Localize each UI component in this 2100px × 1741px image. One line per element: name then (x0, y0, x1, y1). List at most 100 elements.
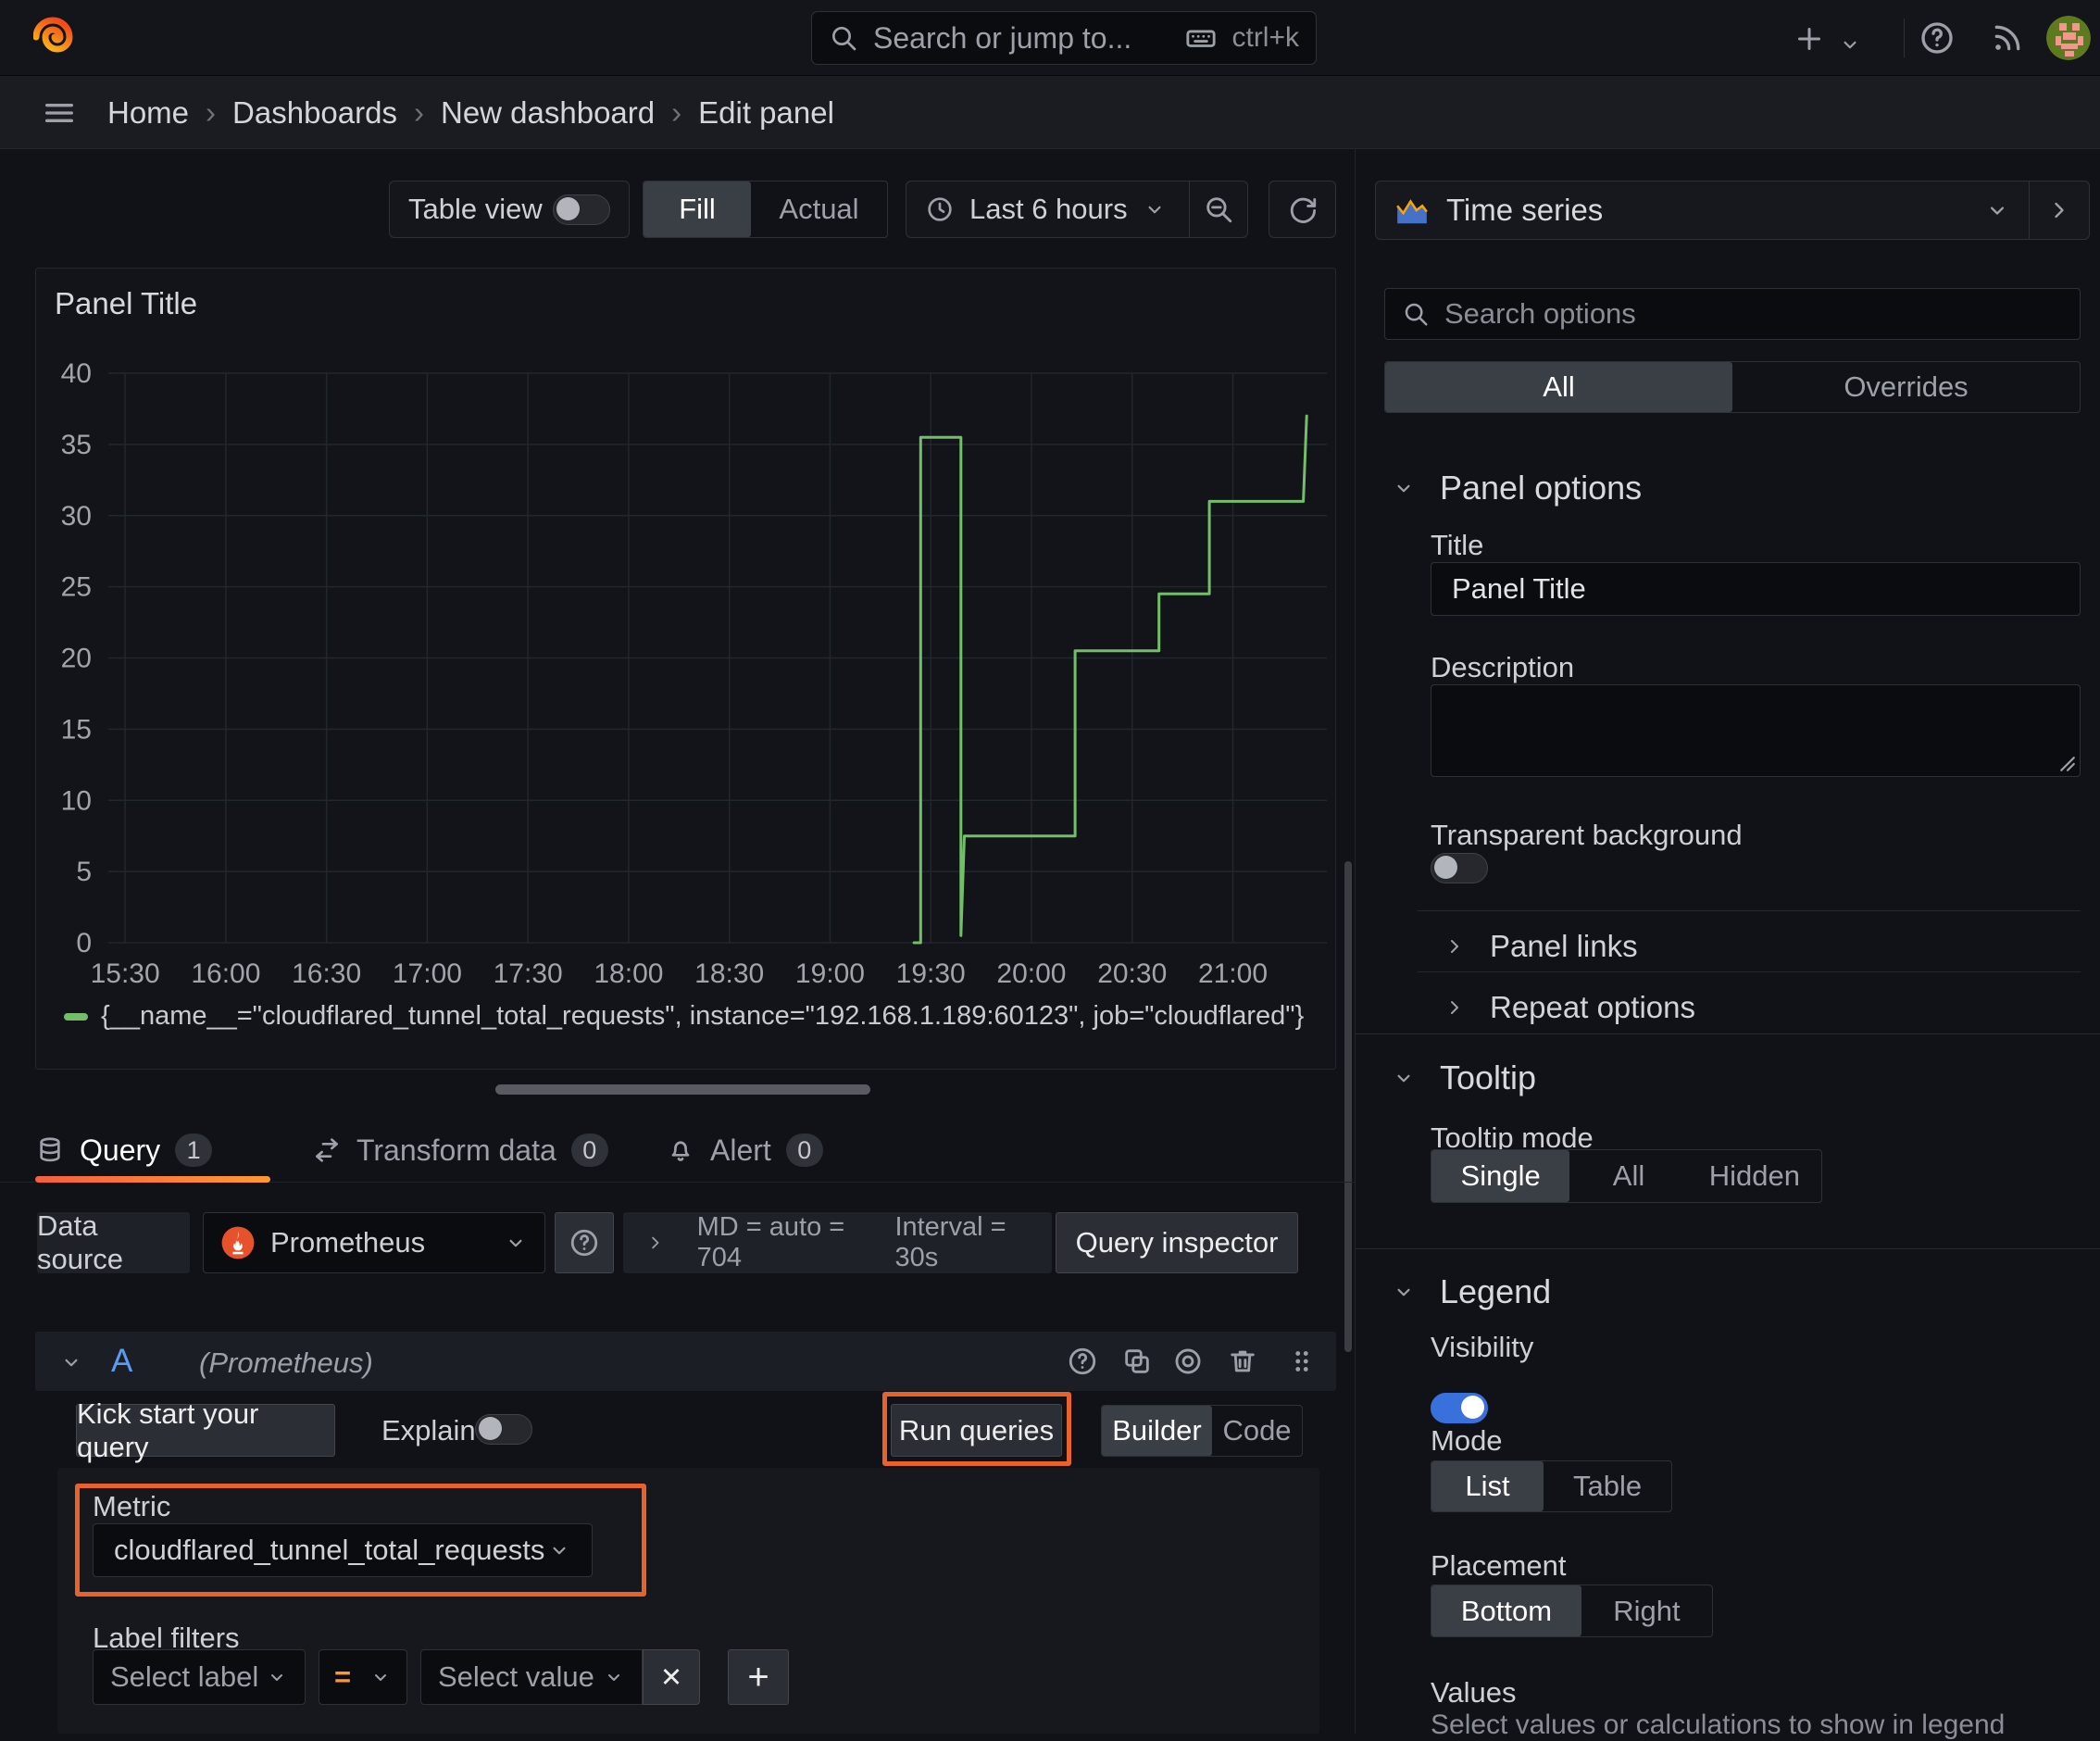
tooltip-mode-hidden[interactable]: Hidden (1688, 1150, 1821, 1202)
horizontal-scrollbar[interactable] (495, 1084, 870, 1095)
time-range-picker[interactable]: Last 6 hours (906, 193, 1189, 226)
resize-handle-icon[interactable] (2059, 756, 2076, 772)
viz-suggestions-button[interactable] (2030, 182, 2089, 239)
operator-dropdown[interactable]: = (319, 1649, 407, 1705)
duplicate-query-icon[interactable] (1121, 1346, 1153, 1377)
drag-handle-icon[interactable] (1286, 1346, 1318, 1377)
breadcrumb-edit-panel: Edit panel (698, 94, 834, 130)
viz-type-select[interactable]: Time series (1376, 182, 2029, 239)
query-row-header[interactable]: A (Prometheus) (35, 1332, 1336, 1391)
add-button[interactable] (1791, 20, 1828, 57)
tab-transform-label: Transform data (356, 1133, 556, 1167)
hide-response-icon[interactable] (1172, 1346, 1204, 1377)
explain-label: Explain (381, 1414, 476, 1447)
svg-text:16:30: 16:30 (292, 958, 361, 989)
add-dropdown-caret[interactable] (1831, 26, 1869, 63)
tab-overrides[interactable]: Overrides (1732, 362, 2080, 412)
svg-text:15: 15 (61, 714, 92, 745)
kick-start-query-button[interactable]: Kick start your query (76, 1397, 335, 1463)
select-value-dropdown[interactable]: Select value (420, 1649, 643, 1705)
legend-mode-table[interactable]: Table (1544, 1461, 1671, 1511)
breadcrumb-home[interactable]: Home (107, 95, 189, 131)
select-label-dropdown[interactable]: Select label (93, 1649, 306, 1705)
grafana-logo[interactable] (32, 13, 81, 61)
tooltip-section-header[interactable]: Tooltip (1392, 1058, 1536, 1097)
panel-title-input[interactable]: Panel Title (1431, 562, 2081, 616)
collapse-query-icon[interactable] (59, 1350, 83, 1374)
metric-select[interactable]: cloudflared_tunnel_total_requests (93, 1523, 593, 1577)
svg-text:40: 40 (61, 358, 92, 389)
tooltip-mode-all[interactable]: All (1569, 1150, 1687, 1202)
svg-text:30: 30 (61, 501, 92, 532)
legend-series-label[interactable]: {__name__="cloudflared_tunnel_total_requ… (101, 1001, 1304, 1032)
tab-all-options[interactable]: All (1385, 362, 1732, 412)
topbar-divider (1904, 19, 1905, 57)
bell-icon (671, 1141, 690, 1161)
actual-option[interactable]: Actual (751, 182, 887, 237)
chevron-down-icon (608, 1674, 619, 1681)
datasource-help-button[interactable] (555, 1212, 614, 1273)
legend-placement-bottom[interactable]: Bottom (1431, 1585, 1581, 1636)
add-filter-button[interactable]: + (728, 1649, 789, 1705)
viz-type-value: Time series (1446, 193, 1604, 227)
query-help-icon[interactable] (1067, 1346, 1098, 1377)
vertical-scrollbar[interactable] (1344, 861, 1352, 1352)
chevron-down-icon (1397, 484, 1410, 493)
legend-visibility-label: Visibility (1431, 1331, 1534, 1363)
svg-text:18:00: 18:00 (594, 958, 663, 989)
edit-panel-content: Table view Fill Actual Last 6 hours Pane… (0, 149, 1355, 1734)
legend-mode-label: Mode (1431, 1424, 1503, 1457)
repeat-options-row[interactable]: Repeat options (1444, 984, 1695, 1031)
menu-toggle[interactable] (41, 94, 78, 132)
legend-mode-segmented: List Table (1431, 1460, 1672, 1512)
legend-visibility-toggle[interactable] (1431, 1393, 1488, 1423)
chevron-down-icon (553, 1547, 566, 1555)
table-view-toggle[interactable] (553, 194, 610, 225)
chevron-down-icon (1844, 41, 1856, 49)
tab-transform[interactable]: Transform data 0 (312, 1124, 608, 1176)
datasource-picker[interactable]: Prometheus (203, 1212, 545, 1273)
chevron-down-icon (1397, 1288, 1410, 1296)
panel-links-row[interactable]: Panel links (1444, 923, 1638, 970)
builder-option[interactable]: Builder (1102, 1406, 1212, 1456)
panel-description-textarea[interactable] (1431, 684, 2081, 777)
help-button[interactable] (1919, 19, 1956, 56)
zoom-out-button[interactable] (1190, 191, 1247, 228)
explain-toggle[interactable] (475, 1414, 532, 1445)
time-range-control: Last 6 hours (906, 181, 1248, 238)
transparent-bg-toggle[interactable] (1431, 853, 1488, 883)
breadcrumb-new-dashboard[interactable]: New dashboard (441, 95, 655, 131)
tab-query[interactable]: Query 1 (35, 1124, 213, 1176)
remove-filter-button[interactable]: ✕ (643, 1649, 700, 1705)
table-view-label: Table view (408, 193, 543, 225)
tooltip-mode-single[interactable]: Single (1431, 1150, 1570, 1202)
query-datasource-note: (Prometheus) (199, 1346, 373, 1379)
global-search-input[interactable]: Search or jump to... ctrl+k (811, 11, 1317, 65)
section-divider (1356, 1248, 2100, 1249)
refresh-button[interactable] (1269, 181, 1336, 238)
news-button[interactable] (1989, 19, 2026, 56)
breadcrumb-dashboards[interactable]: Dashboards (232, 95, 397, 131)
user-avatar[interactable] (2046, 16, 2091, 60)
fill-option[interactable]: Fill (644, 182, 751, 237)
time-series-chart[interactable]: 0 5 10 15 20 25 30 35 40 15:30 16:00 16:30 17:00 17:3… (36, 349, 1335, 1039)
panel-options-header[interactable]: Panel options (1392, 469, 1642, 507)
query-inspector-button[interactable]: Query inspector (1056, 1212, 1298, 1273)
chevron-right-icon[interactable] (645, 1231, 666, 1255)
svg-text:0: 0 (76, 928, 92, 958)
legend-placement-right[interactable]: Right (1581, 1585, 1712, 1636)
code-option[interactable]: Code (1212, 1406, 1302, 1456)
chevron-down-icon (375, 1674, 386, 1681)
legend-mode-list[interactable]: List (1431, 1461, 1544, 1511)
search-icon (1405, 303, 1428, 326)
svg-text:20:30: 20:30 (1097, 958, 1167, 989)
legend-section-header[interactable]: Legend (1392, 1272, 1551, 1311)
svg-text:21:00: 21:00 (1198, 958, 1268, 989)
options-search-input[interactable]: Search options (1384, 288, 2081, 340)
tab-alert[interactable]: Alert 0 (666, 1124, 823, 1176)
svg-text:20: 20 (61, 644, 92, 674)
run-queries-button[interactable]: Run queries (891, 1404, 1062, 1457)
transform-icon (316, 1138, 338, 1162)
delete-query-icon[interactable] (1227, 1346, 1258, 1377)
help-icon (1921, 22, 1953, 54)
